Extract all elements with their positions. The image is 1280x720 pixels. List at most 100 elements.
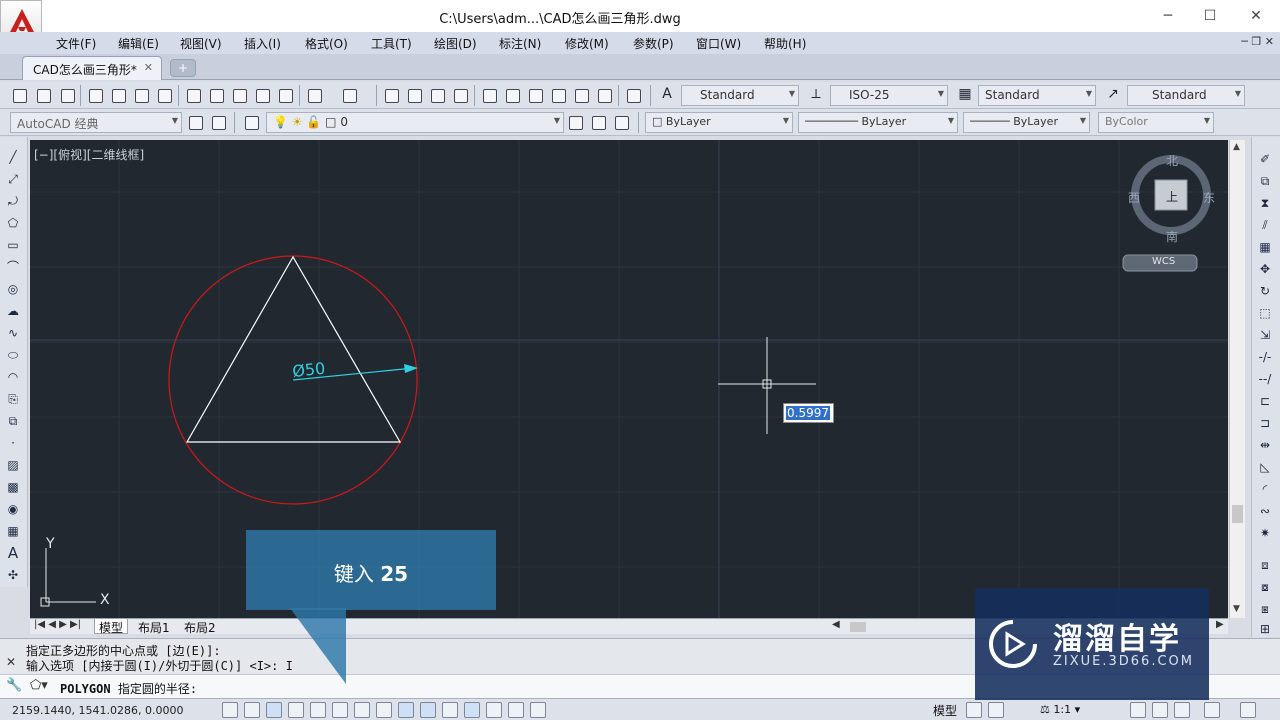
menu-modify[interactable]: 修改(M) — [565, 35, 609, 52]
stretch-icon[interactable]: ⇲ — [1257, 327, 1273, 343]
extend-icon[interactable]: --/ — [1257, 371, 1273, 387]
multileader-style-select[interactable]: Standard ▼ — [1127, 85, 1245, 106]
erase-icon[interactable]: ✐ — [1257, 151, 1273, 167]
explode-icon[interactable]: ✷ — [1257, 525, 1273, 541]
dim-style-select[interactable]: ISO-25 ▼ — [830, 85, 948, 106]
toolbar-lock-icon[interactable] — [1152, 702, 1168, 718]
region-icon[interactable]: ◉ — [5, 501, 21, 517]
tab-close-icon[interactable]: ✕ — [144, 61, 153, 74]
tool-palettes-icon[interactable] — [526, 86, 544, 104]
menu-dimension[interactable]: 标注(N) — [499, 35, 541, 52]
new-tab-button[interactable]: + — [170, 59, 196, 77]
calculator-icon[interactable] — [595, 86, 613, 104]
help-icon[interactable] — [624, 86, 642, 104]
workspace-lock-icon[interactable] — [209, 113, 227, 131]
quick-view-drawings-icon[interactable] — [988, 702, 1004, 718]
infer-constraints-icon[interactable] — [222, 702, 238, 718]
move-icon[interactable]: ✥ — [1257, 261, 1273, 277]
menu-draw[interactable]: 绘图(D) — [434, 35, 477, 52]
dim-style-icon[interactable]: ⟂ — [806, 86, 826, 105]
bring-front-icon[interactable]: ⧇ — [1257, 579, 1273, 595]
rectangle-icon[interactable]: ▭ — [5, 237, 21, 253]
hscroll-thumb[interactable] — [850, 622, 866, 632]
polygon-icon[interactable]: ⬠ — [5, 215, 21, 231]
break-icon[interactable]: ⊐ — [1257, 415, 1273, 431]
new-icon[interactable] — [10, 86, 28, 104]
gradient-icon[interactable]: ▩ — [5, 479, 21, 495]
vertical-scrollbar[interactable]: ▲ ▼ — [1229, 140, 1245, 618]
block-editor-icon[interactable] — [276, 86, 294, 104]
viewcube-south-label[interactable]: 南 — [1166, 228, 1178, 245]
close-button[interactable]: ✕ — [1236, 4, 1276, 28]
scroll-down-icon[interactable]: ▼ — [1233, 604, 1240, 614]
revision-cloud-icon[interactable]: ☁ — [5, 303, 21, 319]
tab-nav-arrows-icon[interactable]: |◀ ◀ ▶ ▶| — [34, 619, 81, 630]
cut-icon[interactable] — [184, 86, 202, 104]
rotate-icon[interactable]: ↻ — [1257, 283, 1273, 299]
hatch-icon[interactable]: ▨ — [5, 457, 21, 473]
document-window-controls[interactable]: ─ ❐ ✕ — [1241, 35, 1274, 48]
join-icon[interactable]: ⇹ — [1257, 437, 1273, 453]
viewcube-east-label[interactable]: 东 — [1203, 189, 1215, 206]
command-prompt[interactable]: POLYGON 指定圆的半径: — [60, 680, 197, 697]
pan-icon[interactable] — [382, 86, 400, 104]
menu-view[interactable]: 视图(V) — [180, 35, 222, 52]
lineweight-toggle-icon[interactable] — [442, 702, 458, 718]
fillet-icon[interactable]: ◜ — [1257, 481, 1273, 497]
layer-state-icon[interactable] — [612, 113, 630, 131]
construction-line-icon[interactable]: ⤢ — [5, 171, 21, 187]
model-space-button[interactable]: 模型 — [933, 702, 957, 719]
3d-object-snap-icon[interactable] — [354, 702, 370, 718]
line-icon[interactable]: ╱ — [5, 149, 21, 165]
tab-layout1[interactable]: 布局1 — [134, 619, 174, 635]
table-icon[interactable]: ▦ — [5, 523, 21, 539]
quick-properties-icon[interactable] — [486, 702, 502, 718]
point-icon[interactable]: · — [5, 435, 21, 451]
hscroll-right-icon[interactable]: ▶ — [1216, 619, 1224, 630]
menu-file[interactable]: 文件(F) — [56, 35, 96, 52]
plot-preview-icon[interactable] — [109, 86, 127, 104]
circle-icon[interactable]: ◎ — [5, 281, 21, 297]
layer-select[interactable]: 💡 ☀ 🔓 □ 0 ▼ — [266, 112, 564, 133]
spline-icon[interactable]: ∿ — [5, 325, 21, 341]
wcs-menu[interactable]: WCS — [1152, 256, 1175, 267]
text-style-icon[interactable]: A — [657, 86, 677, 105]
send-back-icon[interactable]: ⧆ — [1257, 601, 1273, 617]
undo-icon[interactable] — [305, 86, 323, 104]
viewport-controls-label[interactable]: [−][俯视][二维线框] — [34, 146, 144, 163]
copy-icon[interactable] — [207, 86, 225, 104]
dynamic-ucs-icon[interactable] — [398, 702, 414, 718]
viewcube[interactable] — [1122, 155, 1211, 272]
zoom-window-icon[interactable] — [428, 86, 446, 104]
arc-icon[interactable]: ⌒ — [5, 259, 21, 275]
plot-style-select[interactable]: ByColor ▼ — [1098, 112, 1214, 133]
workspace-settings-icon[interactable] — [186, 113, 204, 131]
clean-screen-icon[interactable] — [1240, 702, 1256, 718]
redo-icon[interactable] — [340, 86, 358, 104]
maximize-button[interactable]: ☐ — [1190, 4, 1230, 28]
text-style-select[interactable]: Standard ▼ — [681, 85, 799, 106]
ortho-mode-icon[interactable] — [288, 702, 304, 718]
array-icon[interactable]: ▦ — [1257, 239, 1273, 255]
scroll-up-icon[interactable]: ▲ — [1233, 142, 1240, 152]
tab-layout2[interactable]: 布局2 — [180, 619, 220, 635]
zoom-previous-icon[interactable] — [451, 86, 469, 104]
chamfer-icon[interactable]: ◺ — [1257, 459, 1273, 475]
publish-icon[interactable] — [132, 86, 150, 104]
hardware-acceleration-icon[interactable] — [1174, 702, 1190, 718]
transparency-icon[interactable] — [464, 702, 480, 718]
multiline-text-icon[interactable]: A — [5, 545, 21, 561]
menu-insert[interactable]: 插入(I) — [244, 35, 281, 52]
plot-icon[interactable] — [86, 86, 104, 104]
viewcube-west-label[interactable]: 西 — [1128, 189, 1140, 206]
properties-icon[interactable] — [480, 86, 498, 104]
blend-curves-icon[interactable]: ∾ — [1257, 503, 1273, 519]
menu-edit[interactable]: 编辑(E) — [118, 35, 159, 52]
table-style-select[interactable]: Standard ▼ — [978, 85, 1096, 106]
recent-commands-icon[interactable]: ⬠▾ — [30, 678, 48, 693]
workspace-switch-icon[interactable] — [1130, 702, 1146, 718]
selection-cycling-icon[interactable] — [508, 702, 524, 718]
make-block-icon[interactable]: ⧉ — [5, 413, 21, 429]
workspace-select[interactable]: AutoCAD 经典 ▼ — [10, 112, 182, 133]
sheet-set-icon[interactable] — [549, 86, 567, 104]
